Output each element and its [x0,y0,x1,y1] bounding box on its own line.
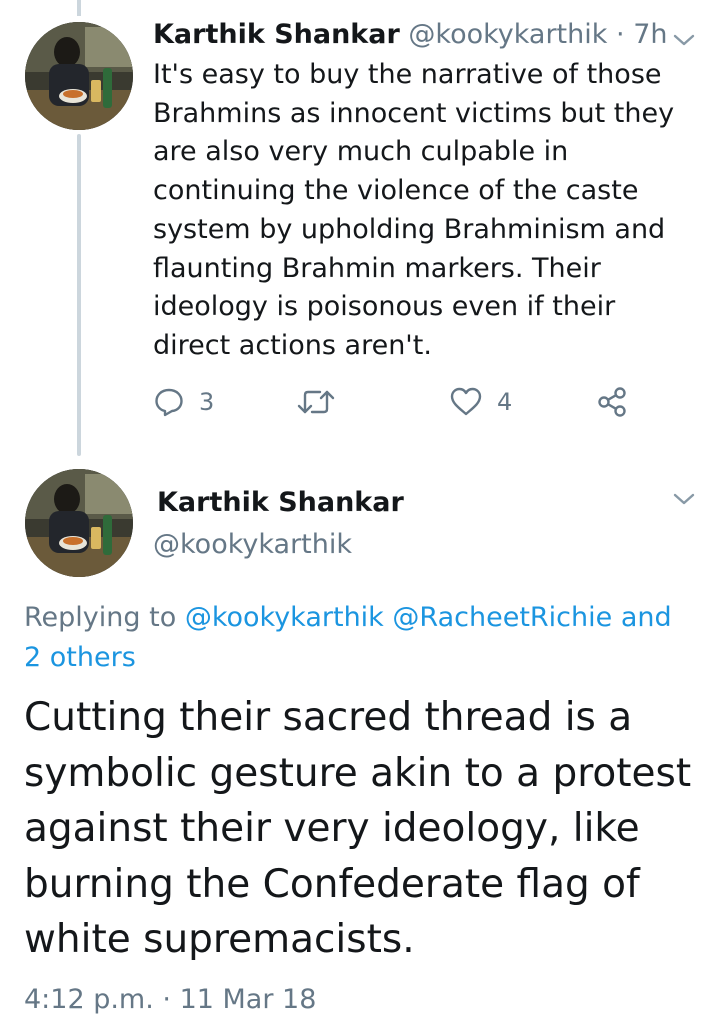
relative-time[interactable]: 7h [633,19,667,50]
thread-connector-top [77,0,81,16]
retweet-button[interactable] [296,386,350,418]
display-name[interactable]: Karthik Shankar [157,484,404,522]
reply-button[interactable]: 3 [153,386,214,418]
display-name[interactable]: Karthik Shankar [153,19,400,50]
tweet-header: Karthik Shankar @kookykarthik · 7h [153,16,667,54]
avatar[interactable] [25,469,133,577]
tweet-timestamp[interactable]: 4:12 p.m. · 11 Mar 18 [24,980,316,1020]
chevron-down-icon[interactable] [672,491,696,507]
mention-link[interactable]: @kookykarthik [185,602,384,633]
tweet-text: Cutting their sacred thread is a symboli… [24,695,692,962]
reply-count: 3 [199,388,215,416]
like-count: 4 [497,388,513,416]
like-button[interactable]: 4 [449,386,512,418]
retweet-icon [297,390,335,414]
heart-icon [450,387,482,416]
mention-link[interactable]: @RacheetRichie [392,602,612,633]
thread-connector-line [77,134,81,456]
separator-dot: · [616,19,625,50]
tweet-actions: 3 4 [153,386,653,426]
user-handle[interactable]: @kookykarthik [408,19,607,50]
share-icon [598,387,626,417]
tweet-text: It's easy to buy the narrative of those … [153,59,675,361]
user-handle[interactable]: @kookykarthik [153,526,352,564]
chevron-down-icon[interactable] [672,32,696,48]
avatar[interactable] [25,22,133,130]
replying-to: Replying to @kookykarthik @RacheetRichie… [24,598,694,678]
reply-icon [155,388,183,417]
replying-prefix: Replying to [24,602,177,633]
share-button[interactable] [596,386,628,418]
